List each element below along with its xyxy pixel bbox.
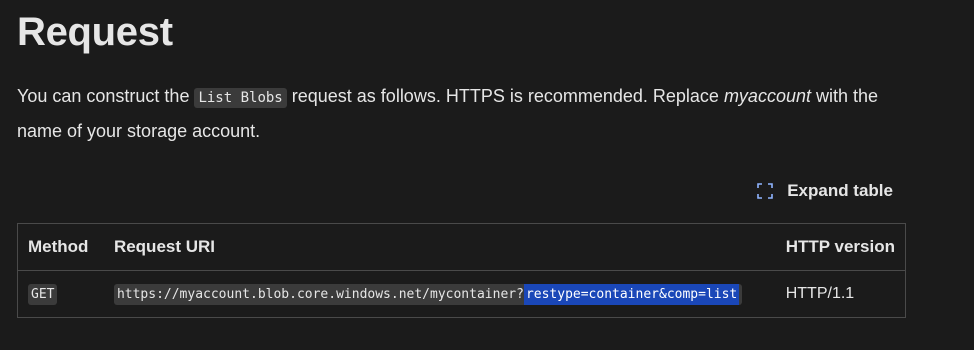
intro-emphasis-myaccount: myaccount <box>723 86 811 106</box>
uri-base-text: https://myaccount.blob.core.windows.net/… <box>116 287 524 302</box>
expand-table-label: Expand table <box>787 181 893 200</box>
table-row: GET https://myaccount.blob.core.windows.… <box>18 271 906 318</box>
header-request-uri: Request URI <box>103 223 776 271</box>
intro-text-start: You can construct the <box>17 86 195 106</box>
header-http-version: HTTP version <box>775 223 906 271</box>
intro-text-middle: request as follows. HTTPS is recommended… <box>286 86 724 106</box>
doc-page: Request You can construct the List Blobs… <box>0 0 974 350</box>
cell-http-version: HTTP/1.1 <box>785 285 855 302</box>
request-table: Method Request URI HTTP version GET http… <box>17 223 906 318</box>
inline-code-list-blobs: List Blobs <box>194 88 287 108</box>
section-heading: Request <box>17 10 173 54</box>
cell-method: GET <box>18 271 104 318</box>
uri-code[interactable]: https://myaccount.blob.core.windows.net/… <box>113 284 743 305</box>
method-code: GET <box>28 284 58 305</box>
expand-table-button[interactable]: Expand table <box>757 181 893 201</box>
expand-icon <box>757 183 773 199</box>
uri-selected-text: restype=container&comp=list <box>523 284 740 305</box>
header-method: Method <box>17 223 104 271</box>
cell-request-uri[interactable]: https://myaccount.blob.core.windows.net/… <box>104 271 776 318</box>
table-header-row: Method Request URI HTTP version <box>17 223 906 271</box>
intro-paragraph: You can construct the List Blobs request… <box>17 80 917 148</box>
